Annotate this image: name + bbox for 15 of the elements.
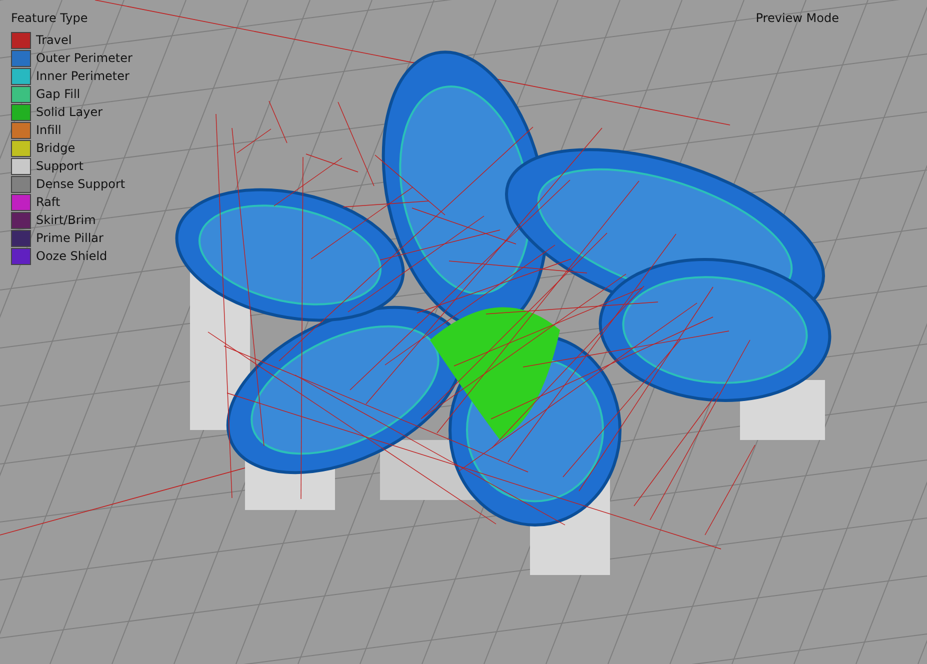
legend-label: Outer Perimeter: [36, 51, 132, 65]
legend-label: Gap Fill: [36, 87, 80, 101]
legend-label: Dense Support: [36, 177, 126, 191]
legend-label: Solid Layer: [36, 105, 103, 119]
legend-label: Travel: [36, 33, 72, 47]
legend-label: Ooze Shield: [36, 249, 108, 263]
legend-label: Raft: [36, 195, 60, 209]
legend-label: Bridge: [36, 141, 76, 155]
legend-label: Infill: [36, 123, 62, 137]
legend-label: Skirt/Brim: [36, 213, 96, 227]
mode-label: Preview Mode: [756, 11, 839, 25]
legend-label: Support: [36, 159, 84, 173]
legend-title: Feature Type: [11, 11, 89, 25]
legend-label: Prime Pillar: [36, 231, 104, 245]
legend-label: Inner Perimeter: [36, 69, 130, 83]
